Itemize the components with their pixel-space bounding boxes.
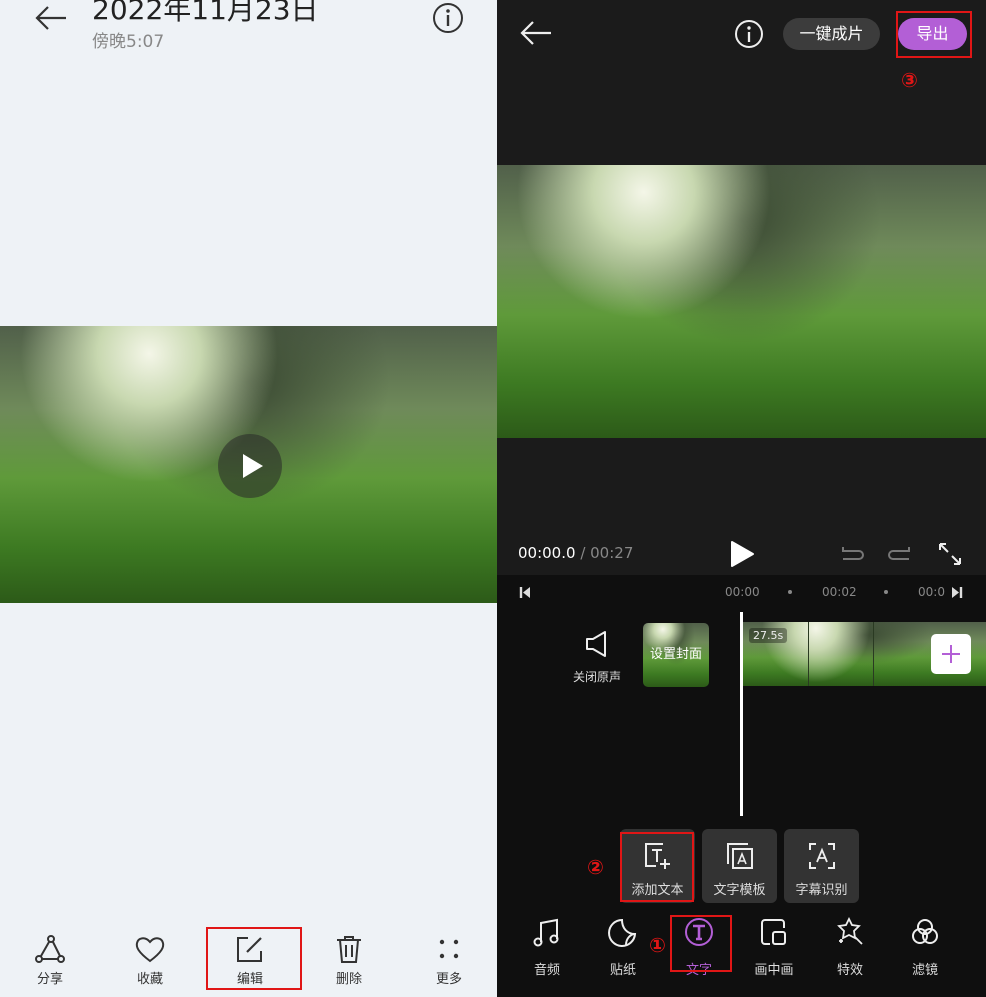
pip-icon: [761, 919, 786, 945]
heart-icon: [135, 937, 165, 963]
info-icon[interactable]: [432, 2, 464, 34]
play-button[interactable]: [218, 434, 282, 498]
skip-end-icon[interactable]: [951, 586, 963, 599]
add-clip-button[interactable]: [931, 634, 971, 674]
ruler-tick: 00:02: [822, 585, 857, 599]
clip-duration: 27.5s: [749, 628, 788, 643]
playhead[interactable]: [740, 612, 743, 816]
share-button[interactable]: 分享: [20, 934, 80, 987]
ruler-tick: 00:0: [918, 585, 945, 599]
set-cover-label: 设置封面: [649, 647, 702, 662]
play-icon[interactable]: [729, 540, 755, 568]
fullscreen-icon[interactable]: [937, 541, 963, 567]
more-button[interactable]: 更多: [419, 934, 479, 987]
video-editor-screen: 一键成片 导出 ③ 00:00.0 / 00:27 00:00 00:02 00…: [497, 0, 986, 997]
annotation-box-export: [896, 11, 972, 58]
text-template-label: 文字模板: [713, 883, 766, 898]
nav-sticker[interactable]: 贴纸: [593, 917, 653, 978]
subtitle-recognition-label: 字幕识别: [795, 883, 848, 898]
plus-icon: [942, 645, 960, 663]
annotation-1: ①: [649, 933, 666, 957]
redo-icon[interactable]: [887, 543, 913, 563]
delete-label: 删除: [335, 972, 362, 987]
nav-audio[interactable]: 音频: [517, 917, 577, 978]
mute-original-label: 关闭原声: [572, 670, 621, 684]
trash-icon: [337, 936, 361, 963]
music-icon: [533, 918, 559, 947]
annotation-3: ③: [901, 68, 918, 92]
nav-audio-label: 音频: [533, 963, 560, 978]
speaker-icon: [586, 631, 606, 657]
nav-filter[interactable]: 滤镜: [895, 917, 955, 978]
ruler-dot: [788, 590, 792, 594]
current-time: 00:00.0: [518, 544, 576, 562]
nav-picture-in-picture[interactable]: 画中画: [744, 917, 804, 978]
back-arrow-icon[interactable]: [519, 20, 553, 46]
video-preview[interactable]: [497, 165, 986, 438]
one-click-video-button[interactable]: 一键成片: [783, 18, 880, 50]
nav-sticker-label: 贴纸: [609, 963, 636, 978]
undo-icon[interactable]: [839, 543, 865, 563]
gallery-screen: 2022年11月23日 傍晚5:07 分享 收藏 编辑 删除 更多: [0, 0, 497, 997]
sticker-icon: [608, 918, 637, 947]
back-arrow-icon[interactable]: [34, 5, 68, 31]
photo-date-title: 2022年11月23日: [92, 0, 319, 26]
more-label: 更多: [435, 972, 462, 987]
more-icon: [439, 939, 459, 959]
set-cover-button[interactable]: 设置封面: [643, 623, 709, 687]
nav-pip-label: 画中画: [754, 963, 794, 978]
filter-icon: [912, 919, 938, 944]
text-template-button[interactable]: 文字模板: [702, 829, 777, 903]
annotation-2: ②: [587, 855, 604, 879]
annotation-box-text: [670, 915, 732, 972]
time-display: 00:00.0 / 00:27: [518, 544, 633, 562]
ruler-tick: 00:00: [725, 585, 760, 599]
share-label: 分享: [36, 972, 63, 987]
info-icon[interactable]: [734, 19, 764, 49]
photo-time: 傍晚5:07: [92, 32, 165, 52]
mute-original-button[interactable]: 关闭原声: [562, 630, 632, 685]
text-template-icon: [726, 843, 753, 869]
favorite-button[interactable]: 收藏: [120, 934, 180, 987]
time-separator: /: [575, 544, 591, 562]
nav-effects[interactable]: 特效: [820, 916, 880, 978]
play-icon: [243, 454, 263, 478]
total-time: 00:27: [590, 544, 634, 562]
nav-filter-label: 滤镜: [911, 963, 938, 978]
annotation-box-add-text: [620, 832, 694, 902]
subtitle-recognition-icon: [808, 843, 835, 869]
delete-button[interactable]: 删除: [319, 934, 379, 987]
annotation-box-edit: [206, 927, 302, 990]
favorite-label: 收藏: [136, 972, 163, 987]
effects-icon: [837, 916, 863, 945]
subtitle-recognition-button[interactable]: 字幕识别: [784, 829, 859, 903]
share-icon: [35, 935, 65, 963]
skip-start-icon[interactable]: [519, 586, 531, 599]
nav-effects-label: 特效: [836, 963, 863, 978]
ruler-dot: [884, 590, 888, 594]
